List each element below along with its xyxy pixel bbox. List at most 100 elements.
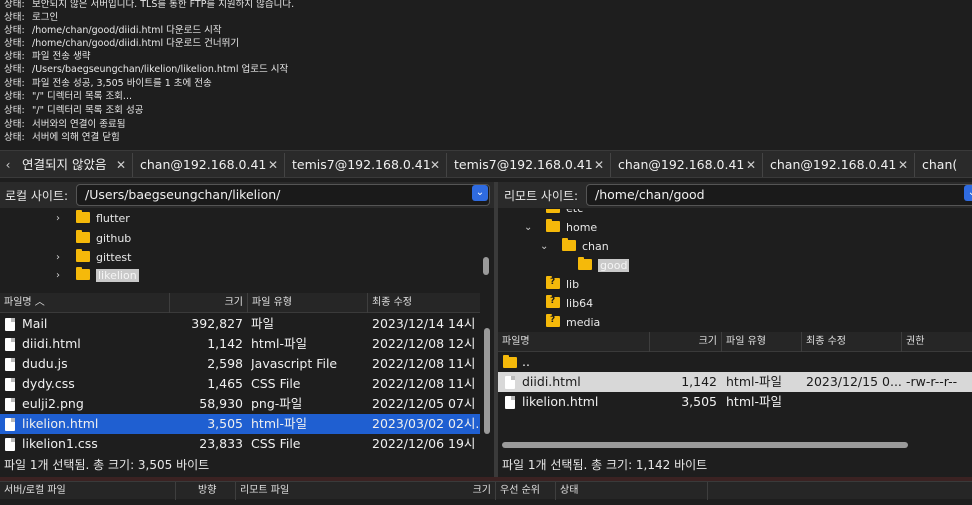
folder-icon <box>546 219 560 232</box>
folder-icon <box>546 209 560 213</box>
chevron-down-icon[interactable]: ⌄ <box>964 185 972 201</box>
tab-connection[interactable]: chan@192.168.0.41 ✕ <box>764 153 915 177</box>
table-row[interactable]: .. <box>498 352 972 372</box>
tab-connection[interactable]: chan@192.168.0.41 ✕ <box>134 153 285 177</box>
tab-close-icon[interactable]: ✕ <box>268 153 278 177</box>
chevron-down-icon[interactable]: ⌄ <box>540 238 548 256</box>
log-line: 상태: 서버에 의해 연결 닫힘 <box>4 132 120 143</box>
table-row[interactable]: eulji2.png 58,930 png-파일 2022/12/05 07시 … <box>0 394 480 414</box>
log-line: 상태: 보안되지 않은 서버입니다. TLS를 통한 FTP를 지원하지 않습니다… <box>4 0 295 10</box>
column-permissions[interactable]: 권한 <box>902 332 972 352</box>
queue-column-priority[interactable]: 우선 순위 <box>496 482 556 500</box>
chevron-down-icon[interactable]: ⌄ <box>472 185 488 201</box>
table-row[interactable]: likelion1.css 23,833 CSS File 2022/12/06… <box>0 434 480 454</box>
file-icon <box>5 398 15 411</box>
local-site-label: 로컬 사이트: <box>5 189 69 203</box>
queue-column-local-file[interactable]: 서버/로컬 파일 <box>0 482 176 500</box>
log-line: 상태: "/" 디렉터리 목록 조회... <box>4 91 132 102</box>
file-icon <box>5 438 15 451</box>
queue-column-size[interactable]: 크기 <box>452 482 496 500</box>
log-line: 상태:/Users/baegseungchan/likelion/likelio… <box>4 64 289 75</box>
file-icon <box>505 376 515 389</box>
log-line: 상태: 로그인 <box>4 12 59 23</box>
tab-connection[interactable]: temis7@192.168.0.41 ✕ <box>448 153 611 177</box>
tab-close-icon[interactable]: ✕ <box>116 153 126 177</box>
scrollbar[interactable] <box>483 257 489 275</box>
folder-unknown-icon <box>546 295 560 308</box>
column-modified[interactable]: 최종 수정 <box>802 332 902 352</box>
folder-icon <box>76 230 90 243</box>
remote-status-text: 파일 1개 선택됨. 총 크기: 1,142 바이트 <box>502 458 708 472</box>
remote-directory-tree: etc ⌄home ⌄chan good lib lib64 media <box>498 209 972 331</box>
table-row[interactable]: likelion.html 3,505 html-파일 <box>498 392 972 412</box>
tab-connection[interactable]: chan( <box>916 153 972 177</box>
table-row[interactable]: Mail 392,827 파일 2023/12/14 14시 .. <box>0 314 480 334</box>
tab-connection[interactable]: temis7@192.168.0.41 ✕ <box>286 153 447 177</box>
local-list-header: 파일명 ︿ 크기 파일 유형 최종 수정 <box>0 293 480 313</box>
folder-icon <box>76 249 90 262</box>
tab-connection[interactable]: chan@192.168.0.41 ✕ <box>612 153 763 177</box>
file-icon <box>5 338 15 351</box>
log-line: 상태: 파일 전송 생략 <box>4 51 91 62</box>
tree-item[interactable]: lib <box>546 276 579 294</box>
chevron-down-icon[interactable]: ⌄ <box>524 219 532 237</box>
table-row[interactable]: dudu.js 2,598 Javascript File 2022/12/08… <box>0 354 480 374</box>
transfer-queue-header: 서버/로컬 파일 방향 리모트 파일 크기 우선 순위 상태 <box>0 481 972 500</box>
local-path-input[interactable]: /Users/baegseungchan/likelion/ <box>76 184 490 206</box>
tab-close-icon[interactable]: ✕ <box>594 153 604 177</box>
folder-icon <box>503 355 517 368</box>
tree-item[interactable]: lib64 <box>546 295 593 313</box>
connection-tabs: ‹ 연결되지 않았음 ✕ chan@192.168.0.41 ✕ temis7@19… <box>0 150 972 178</box>
column-name[interactable]: 파일명 ︿ <box>0 293 170 313</box>
folder-icon <box>562 238 576 251</box>
folder-unknown-icon <box>546 314 560 327</box>
file-icon <box>5 378 15 391</box>
local-status-text: 파일 1개 선택됨. 총 크기: 3,505 바이트 <box>4 458 210 472</box>
column-modified[interactable]: 최종 수정 <box>368 293 480 313</box>
folder-icon <box>76 210 90 223</box>
tab-scroll-left-icon[interactable]: ‹ <box>0 151 16 177</box>
folder-icon <box>578 257 592 270</box>
file-icon <box>505 396 515 409</box>
column-size[interactable]: 크기 <box>650 332 722 352</box>
log-line: 상태: 서버와의 연결이 종료됨 <box>4 119 126 130</box>
horizontal-scrollbar[interactable] <box>502 442 908 448</box>
chevron-right-icon[interactable]: › <box>56 210 60 228</box>
tree-item[interactable]: media <box>546 314 600 331</box>
file-icon <box>5 358 15 371</box>
remote-site-label: 리모트 사이트: <box>504 189 579 203</box>
log-line: 상태: 파일 전송 성공, 3,505 바이트를 1 초에 전송 <box>4 78 212 89</box>
folder-icon <box>76 267 90 280</box>
column-type[interactable]: 파일 유형 <box>248 293 368 313</box>
local-directory-tree: › flutter github › gittest › likelion <box>0 209 494 291</box>
scrollbar[interactable] <box>484 328 490 434</box>
queue-column-status[interactable]: 상태 <box>556 482 708 500</box>
log-line: 상태:/home/chan/good/diidi.html 다운로드 건너뛰기 <box>4 38 240 49</box>
remote-path-input[interactable]: /home/chan/good <box>586 184 972 206</box>
column-type[interactable]: 파일 유형 <box>722 332 802 352</box>
file-icon <box>5 418 15 431</box>
remote-list-header: 파일명 크기 파일 유형 최종 수정 권한 <box>498 332 972 352</box>
column-name[interactable]: 파일명 <box>498 332 650 352</box>
tab-close-icon[interactable]: ✕ <box>898 153 908 177</box>
tree-item[interactable]: etc <box>546 209 583 218</box>
tab-close-icon[interactable]: ✕ <box>430 153 440 177</box>
remote-site-bar: 리모트 사이트: /home/chan/good ⌄ <box>498 182 972 208</box>
log-line: 상태: "/" 디렉터리 목록 조회 성공 <box>4 105 144 116</box>
column-size[interactable]: 크기 <box>170 293 248 313</box>
queue-column-direction[interactable]: 방향 <box>176 482 236 500</box>
table-row[interactable]: diidi.html 1,142 html-파일 2022/12/08 12시 … <box>0 334 480 354</box>
chevron-right-icon[interactable]: › <box>56 267 60 285</box>
tree-item-selected[interactable]: good <box>578 257 630 275</box>
folder-unknown-icon <box>546 276 560 289</box>
log-line: 상태:/home/chan/good/diidi.html 다운로드 시작 <box>4 25 222 36</box>
tab-close-icon[interactable]: ✕ <box>746 153 756 177</box>
chevron-right-icon[interactable]: › <box>56 249 60 267</box>
message-log: 상태: 보안되지 않은 서버입니다. TLS를 통한 FTP를 지원하지 않습니다… <box>0 0 972 148</box>
table-row-selected[interactable]: likelion.html 3,505 html-파일 2023/03/02 0… <box>0 414 480 434</box>
local-site-bar: 로컬 사이트: /Users/baegseungchan/likelion/ ⌄ <box>0 182 494 208</box>
tab-connection[interactable]: 연결되지 않았음 ✕ <box>16 153 133 177</box>
table-row-selected[interactable]: diidi.html 1,142 html-파일 2023/12/15 0...… <box>498 372 972 392</box>
sort-ascending-icon: ︿ <box>34 297 45 308</box>
table-row[interactable]: dydy.css 1,465 CSS File 2022/12/08 11시 .… <box>0 374 480 394</box>
